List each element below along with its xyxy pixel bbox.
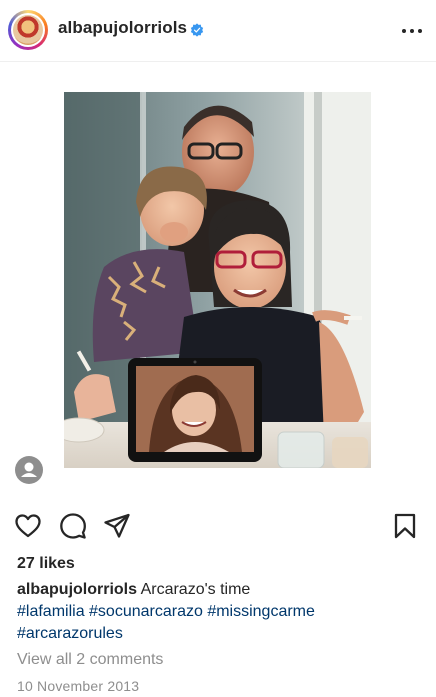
tagged-users-button[interactable]: [15, 456, 43, 484]
heart-icon[interactable]: [14, 512, 42, 540]
likes-count[interactable]: 27 likes: [17, 555, 75, 573]
post-actions: [0, 512, 436, 542]
avatar-photo: [13, 15, 43, 45]
post-caption: albapujolorriols Arcarazo's time: [17, 579, 422, 601]
post-date: 10 November 2013: [17, 678, 140, 694]
hashtags-line-2[interactable]: #arcarazorules: [17, 623, 422, 645]
avatar[interactable]: [8, 10, 48, 50]
send-icon[interactable]: [103, 512, 131, 540]
comment-icon[interactable]: [59, 512, 87, 540]
view-comments-link[interactable]: View all 2 comments: [17, 651, 163, 669]
user-tag-icon: [21, 462, 37, 477]
avatar-image: [11, 13, 45, 47]
hashtags-line-1[interactable]: #lafamilia #socunarcarazo #missingcarme: [17, 601, 422, 623]
verified-badge-icon: [190, 23, 204, 37]
bookmark-icon[interactable]: [391, 512, 419, 540]
caption-hashtags: #lafamilia #socunarcarazo #missingcarme …: [17, 601, 422, 645]
more-options-icon[interactable]: [400, 22, 424, 40]
post-header: albapujolorriols: [0, 0, 436, 62]
caption-username[interactable]: albapujolorriols: [17, 581, 137, 598]
post-author-username[interactable]: albapujolorriols: [58, 18, 187, 38]
post-photo[interactable]: [64, 92, 371, 468]
caption-text: Arcarazo's time: [140, 581, 251, 598]
